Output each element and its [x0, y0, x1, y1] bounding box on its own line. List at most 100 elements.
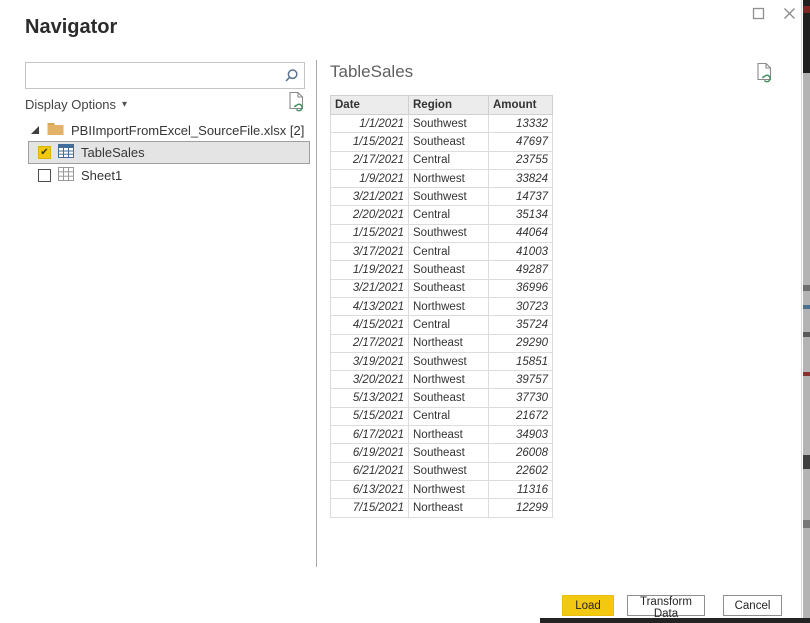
amount-cell: 33824: [489, 169, 553, 187]
region-cell: Northwest: [409, 371, 489, 389]
table-row: 1/15/2021Southeast47697: [331, 133, 553, 151]
date-cell: 3/17/2021: [331, 243, 409, 261]
search-input[interactable]: [26, 63, 278, 88]
amount-cell: 36996: [489, 279, 553, 297]
table-icon: [58, 144, 74, 161]
date-cell: 1/1/2021: [331, 115, 409, 133]
tree-item-tablesales[interactable]: ✔ TableSales: [28, 141, 310, 164]
amount-cell: 49287: [489, 261, 553, 279]
date-cell: 4/15/2021: [331, 316, 409, 334]
table-row: 4/15/2021Central35724: [331, 316, 553, 334]
table-row: 1/15/2021Southwest44064: [331, 224, 553, 242]
date-cell: 5/15/2021: [331, 407, 409, 425]
date-cell: 3/20/2021: [331, 371, 409, 389]
date-cell: 1/9/2021: [331, 169, 409, 187]
page-title: Navigator: [25, 16, 117, 39]
date-cell: 3/21/2021: [331, 188, 409, 206]
table-row: 5/13/2021Southeast37730: [331, 389, 553, 407]
region-cell: Southwest: [409, 224, 489, 242]
amount-cell: 41003: [489, 243, 553, 261]
chevron-down-icon: ▾: [122, 99, 127, 110]
sheet1-checkbox[interactable]: [38, 169, 51, 182]
column-header-amount: Amount: [489, 96, 553, 115]
search-box: [25, 62, 305, 89]
amount-cell: 12299: [489, 499, 553, 517]
transform-data-button[interactable]: Transform Data: [627, 595, 705, 616]
tablesales-checkbox[interactable]: ✔: [38, 146, 51, 159]
region-cell: Northeast: [409, 499, 489, 517]
date-cell: 1/19/2021: [331, 261, 409, 279]
maximize-button[interactable]: [750, 7, 767, 24]
background-window-artifact: [803, 305, 810, 309]
region-cell: Southeast: [409, 133, 489, 151]
load-button[interactable]: Load: [562, 595, 614, 616]
options-row: Display Options ▾: [25, 93, 305, 115]
region-cell: Southwest: [409, 352, 489, 370]
amount-cell: 23755: [489, 151, 553, 169]
date-cell: 6/17/2021: [331, 426, 409, 444]
table-row: 7/15/2021Northeast12299: [331, 499, 553, 517]
refresh-source-icon[interactable]: [288, 91, 305, 117]
expander-icon[interactable]: [30, 123, 40, 138]
region-cell: Northwest: [409, 480, 489, 498]
amount-cell: 15851: [489, 352, 553, 370]
background-window-artifact: [803, 332, 810, 337]
table-row: 3/17/2021Central41003: [331, 243, 553, 261]
amount-cell: 34903: [489, 426, 553, 444]
date-cell: 7/15/2021: [331, 499, 409, 517]
search-icon[interactable]: [278, 63, 304, 88]
amount-cell: 13332: [489, 115, 553, 133]
amount-cell: 37730: [489, 389, 553, 407]
date-cell: 4/13/2021: [331, 297, 409, 315]
panel-divider: [316, 60, 317, 567]
window-controls: [750, 7, 798, 24]
cancel-button[interactable]: Cancel: [723, 595, 782, 616]
tree-root-item[interactable]: PBIImportFromExcel_SourceFile.xlsx [2]: [25, 120, 310, 141]
background-window-bottom-strip: [540, 618, 810, 623]
date-cell: 6/19/2021: [331, 444, 409, 462]
table-row: 1/9/2021Northwest33824: [331, 169, 553, 187]
table-row: 3/20/2021Northwest39757: [331, 371, 553, 389]
tree-root-label: PBIImportFromExcel_SourceFile.xlsx [2]: [71, 123, 304, 138]
table-row: 6/19/2021Southeast26008: [331, 444, 553, 462]
region-cell: Southwest: [409, 462, 489, 480]
background-window-artifact: [803, 520, 810, 528]
dialog-right-border: [801, 0, 802, 623]
refresh-preview-icon[interactable]: [756, 62, 774, 83]
region-cell: Northwest: [409, 169, 489, 187]
table-row: 3/21/2021Southwest14737: [331, 188, 553, 206]
amount-cell: 30723: [489, 297, 553, 315]
background-window-artifact: [803, 455, 810, 469]
preview-title: TableSales: [330, 62, 413, 82]
column-header-date: Date: [331, 96, 409, 115]
header-row: DateRegionAmount: [331, 96, 553, 115]
amount-cell: 29290: [489, 334, 553, 352]
amount-cell: 35724: [489, 316, 553, 334]
close-button[interactable]: [781, 7, 798, 24]
date-cell: 3/19/2021: [331, 352, 409, 370]
amount-cell: 39757: [489, 371, 553, 389]
region-cell: Central: [409, 316, 489, 334]
tree-item-sheet1[interactable]: Sheet1: [28, 164, 310, 187]
sheet-icon: [58, 167, 74, 184]
background-window-strip: [803, 0, 810, 623]
region-cell: Northwest: [409, 297, 489, 315]
display-options-dropdown[interactable]: Display Options ▾: [25, 97, 127, 112]
region-cell: Central: [409, 243, 489, 261]
column-header-region: Region: [409, 96, 489, 115]
date-cell: 6/21/2021: [331, 462, 409, 480]
table-row: 6/17/2021Northeast34903: [331, 426, 553, 444]
table-row: 5/15/2021Central21672: [331, 407, 553, 425]
preview-table: DateRegionAmount 1/1/2021Southwest133321…: [330, 95, 553, 518]
maximize-icon: [752, 7, 765, 25]
table-row: 2/17/2021Northeast29290: [331, 334, 553, 352]
tree-item-label: TableSales: [81, 145, 145, 160]
date-cell: 2/20/2021: [331, 206, 409, 224]
date-cell: 3/21/2021: [331, 279, 409, 297]
navigator-dialog: Navigator Display Options ▾: [0, 0, 810, 623]
table-row: 6/21/2021Southwest22602: [331, 462, 553, 480]
background-window-artifact: [803, 285, 810, 291]
amount-cell: 35134: [489, 206, 553, 224]
close-icon: [783, 7, 796, 25]
amount-cell: 26008: [489, 444, 553, 462]
